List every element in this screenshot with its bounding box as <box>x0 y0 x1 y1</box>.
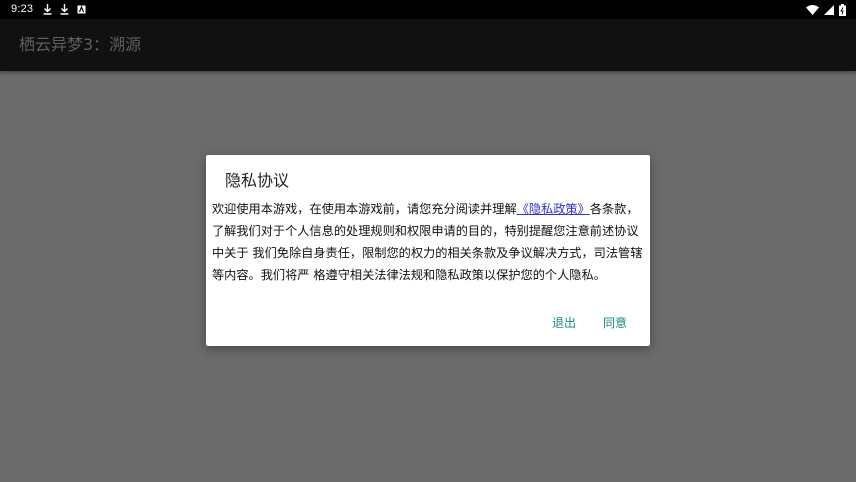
exit-button[interactable]: 退出 <box>552 315 576 331</box>
signal-icon <box>824 3 834 16</box>
status-notification-icons <box>42 3 87 16</box>
status-system-icons <box>806 3 846 16</box>
download-icon <box>59 3 70 16</box>
status-bar: 9:23 <box>0 0 856 19</box>
dialog-actions: 退出 同意 <box>552 315 627 331</box>
dialog-message: 欢迎使用本游戏，在使用本游戏前，请您充分阅读并理解《隐私政策》各条款，了解我们对… <box>212 198 644 286</box>
app-title: 栖云异梦3：溯源 <box>19 35 142 54</box>
wifi-icon <box>806 3 819 16</box>
dialog-message-intro: 欢迎使用本游戏，在使用本游戏前，请您充分阅读并理解 <box>212 202 517 216</box>
agree-button[interactable]: 同意 <box>603 315 627 331</box>
privacy-dialog: 隐私协议 欢迎使用本游戏，在使用本游戏前，请您充分阅读并理解《隐私政策》各条款，… <box>206 155 650 346</box>
download-icon <box>42 3 53 16</box>
app-notification-icon <box>76 3 87 16</box>
battery-icon <box>839 3 846 16</box>
status-time: 9:23 <box>11 3 34 15</box>
privacy-policy-link[interactable]: 《隐私政策》 <box>517 202 590 216</box>
app-bar: 栖云异梦3：溯源 <box>0 19 856 71</box>
dialog-title: 隐私协议 <box>225 171 290 190</box>
